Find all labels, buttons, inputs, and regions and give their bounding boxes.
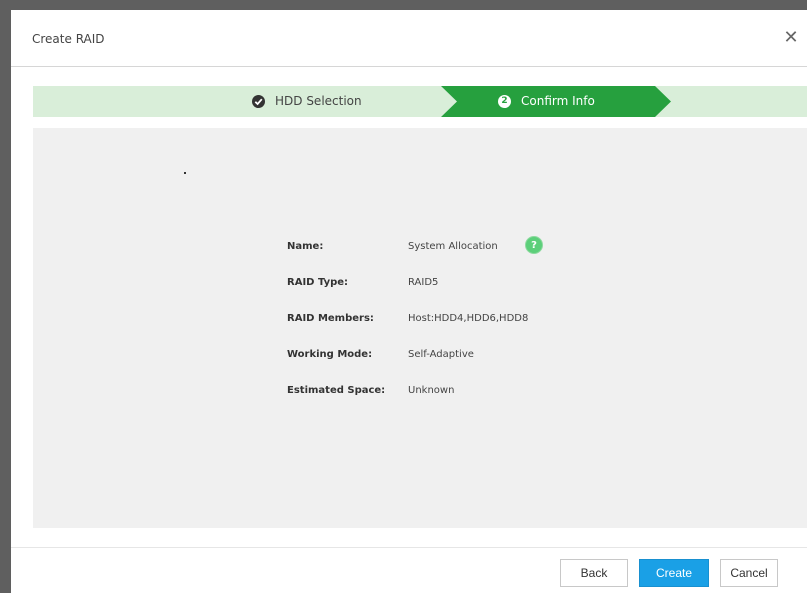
- step-hdd-selection-label: HDD Selection: [275, 94, 362, 108]
- working-mode-value: Self-Adaptive: [408, 349, 474, 360]
- check-circle-icon: [252, 95, 265, 108]
- close-icon[interactable]: ✕: [781, 28, 801, 48]
- dialog-title: Create RAID: [32, 32, 105, 46]
- step-confirm-info-label: Confirm Info: [521, 94, 595, 108]
- footer-divider: [11, 547, 807, 548]
- raid-members-label: RAID Members:: [287, 313, 374, 324]
- working-mode-label: Working Mode:: [287, 349, 373, 360]
- name-value: System Allocation: [408, 241, 498, 252]
- help-icon[interactable]: ?: [525, 236, 543, 254]
- step-number-badge: 2: [498, 95, 511, 108]
- create-raid-dialog: Create RAID ✕ HDD Selection 2 Confirm Inf…: [11, 10, 807, 593]
- estimated-space-value: Unknown: [408, 385, 455, 396]
- raid-members-value: Host:HDD4,HDD6,HDD8: [408, 313, 529, 324]
- dialog-title-bar: Create RAID ✕: [11, 10, 807, 67]
- wizard-stepper: HDD Selection 2 Confirm Info: [33, 86, 807, 117]
- back-button[interactable]: Back: [560, 559, 628, 587]
- window-frame-top: [0, 0, 807, 10]
- stray-dot: [184, 172, 186, 174]
- name-label: Name:: [287, 241, 324, 252]
- estimated-space-label: Estimated Space:: [287, 385, 386, 396]
- window-frame-left: [0, 0, 11, 593]
- raid-type-label: RAID Type:: [287, 277, 349, 288]
- step-confirm-info[interactable]: 2 Confirm Info: [498, 86, 595, 117]
- step-hdd-selection[interactable]: HDD Selection: [252, 86, 362, 117]
- raid-type-value: RAID5: [408, 277, 439, 288]
- cancel-button[interactable]: Cancel: [720, 559, 778, 587]
- confirm-info-panel: Name: System Allocation ? RAID Type: RAI…: [33, 128, 807, 528]
- create-button[interactable]: Create: [639, 559, 709, 587]
